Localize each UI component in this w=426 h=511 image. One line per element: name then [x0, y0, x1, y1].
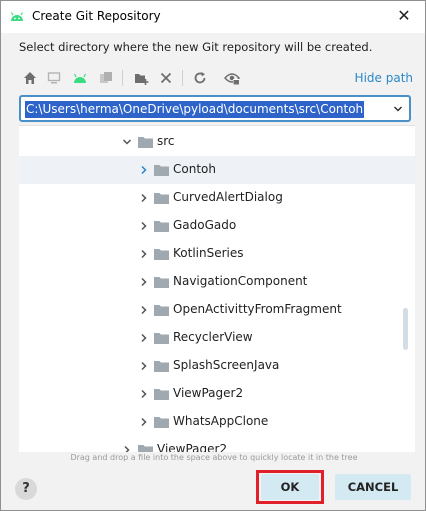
toolbar-separator	[122, 70, 123, 86]
tree-node-splashscreenjava[interactable]: SplashScreenJava	[19, 352, 415, 380]
home-icon	[24, 72, 36, 84]
close-icon: ✕	[397, 6, 411, 25]
chevron-right-icon[interactable]	[139, 193, 149, 203]
desktop-icon	[47, 72, 61, 84]
delete-button[interactable]	[157, 69, 175, 87]
module-button[interactable]	[97, 69, 115, 87]
chevron-right-icon[interactable]	[139, 305, 149, 315]
tree-node-label: ViewPager2	[173, 386, 244, 400]
ok-button[interactable]: OK	[261, 474, 319, 500]
tree-node-label: NavigationComponent	[173, 274, 308, 288]
folder-icon	[154, 333, 169, 344]
folder-icon	[138, 137, 153, 148]
android-project-icon	[73, 73, 87, 83]
new-folder-button[interactable]	[132, 69, 150, 87]
tree-node-viewpager2[interactable]: ViewPager2	[19, 380, 415, 408]
delete-icon	[160, 72, 172, 84]
chevron-down-icon[interactable]	[122, 137, 132, 147]
path-input-value[interactable]: C:\Users\herma\OneDrive\pyload\documents…	[25, 101, 365, 118]
chevron-right-icon[interactable]	[139, 249, 149, 259]
android-studio-icon	[10, 12, 24, 21]
tree-node-viewpager2-sibling[interactable]: ViewPager2	[19, 436, 415, 452]
project-button[interactable]	[71, 69, 89, 87]
file-chooser-toolbar: Hide path	[19, 65, 417, 91]
tree-node-label: ViewPager2	[157, 442, 228, 452]
create-git-repository-dialog: Create Git Repository ✕ Select directory…	[0, 0, 426, 511]
directory-tree[interactable]: src Contoh CurvedAlertDialog GadoGado Ko…	[19, 125, 415, 452]
chevron-right-icon[interactable]	[122, 445, 132, 452]
tree-node-curvedalertdialog[interactable]: CurvedAlertDialog	[19, 184, 415, 212]
help-icon: ?	[22, 481, 30, 496]
toolbar-separator	[182, 70, 183, 86]
tree-node-label: OpenActivittyFromFragment	[173, 302, 342, 316]
home-button[interactable]	[21, 69, 39, 87]
close-button[interactable]: ✕	[389, 3, 419, 29]
tree-node-openactivittyfromfragment[interactable]: OpenActivittyFromFragment	[19, 296, 415, 324]
tree-node-whatsappclone[interactable]: WhatsAppClone	[19, 408, 415, 436]
folder-icon	[154, 389, 169, 400]
path-input[interactable]: C:\Users\herma\OneDrive\pyload\documents…	[19, 95, 411, 122]
drag-drop-hint: Drag and drop a file into the space abov…	[70, 453, 358, 462]
folder-icon	[154, 249, 169, 260]
chevron-right-icon[interactable]	[139, 361, 149, 371]
tree-node-gadogado[interactable]: GadoGado	[19, 212, 415, 240]
tree-node-kotlinseries[interactable]: KotlinSeries	[19, 240, 415, 268]
folder-icon	[154, 221, 169, 232]
chevron-right-icon[interactable]	[139, 333, 149, 343]
folder-icon	[154, 305, 169, 316]
tree-node-label: KotlinSeries	[173, 246, 244, 260]
cancel-button[interactable]: CANCEL	[335, 474, 411, 500]
tree-node-label: CurvedAlertDialog	[173, 190, 283, 204]
folder-icon	[154, 193, 169, 204]
tree-node-label: WhatsAppClone	[173, 414, 269, 428]
tree-node-navigationcomponent[interactable]: NavigationComponent	[19, 268, 415, 296]
folder-icon	[154, 277, 169, 288]
title-bar: Create Git Repository ✕	[1, 1, 425, 33]
show-hidden-files-button[interactable]	[223, 69, 241, 87]
module-icon	[100, 72, 112, 83]
tree-scrollbar[interactable]	[403, 308, 408, 350]
tree-node-label: GadoGado	[173, 218, 237, 232]
chevron-right-icon[interactable]	[139, 165, 149, 175]
tree-node-contoh[interactable]: Contoh	[19, 156, 415, 184]
tree-node-src[interactable]: src	[19, 128, 415, 156]
chevron-right-icon[interactable]	[139, 417, 149, 427]
folder-icon	[138, 445, 153, 452]
refresh-icon	[194, 72, 206, 84]
folder-icon	[154, 165, 169, 176]
tree-node-recyclerview[interactable]: RecyclerView	[19, 324, 415, 352]
chevron-right-icon[interactable]	[139, 277, 149, 287]
desktop-button[interactable]	[45, 69, 63, 87]
tree-node-label: Contoh	[173, 162, 216, 176]
tree-node-label: src	[157, 134, 175, 148]
help-button[interactable]: ?	[15, 478, 37, 500]
chevron-right-icon[interactable]	[139, 389, 149, 399]
new-folder-icon	[134, 74, 148, 85]
folder-icon	[154, 417, 169, 428]
show-hidden-icon	[224, 73, 240, 85]
refresh-button[interactable]	[191, 69, 209, 87]
dialog-description: Select directory where the new Git repos…	[19, 40, 373, 54]
tree-node-label: SplashScreenJava	[173, 358, 280, 372]
hide-path-link[interactable]: Hide path	[355, 71, 413, 85]
dialog-title: Create Git Repository	[32, 9, 161, 23]
chevron-right-icon[interactable]	[139, 221, 149, 231]
folder-icon	[154, 361, 169, 372]
chevron-down-icon[interactable]	[393, 104, 403, 114]
tree-node-label: RecyclerView	[173, 330, 253, 344]
